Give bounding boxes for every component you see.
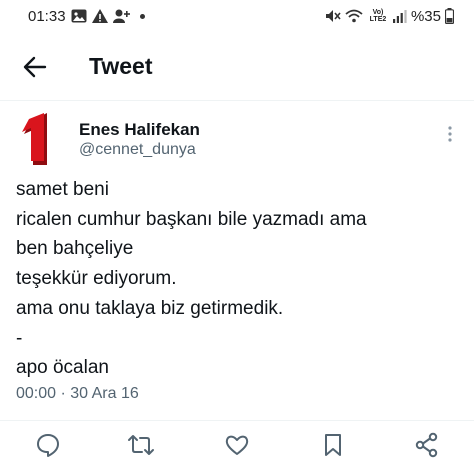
mute-icon	[325, 9, 341, 23]
tweet-timestamp: 00:00 · 30 Ara 16	[16, 385, 139, 402]
bookmark-icon[interactable]	[318, 430, 348, 460]
wifi-icon	[345, 9, 363, 23]
avatar[interactable]	[18, 113, 62, 165]
author-name[interactable]: Enes Halifekan	[79, 120, 200, 140]
gallery-icon	[71, 9, 87, 23]
retweet-icon[interactable]	[126, 430, 156, 460]
actions-divider	[0, 420, 474, 421]
status-time: 01:33	[28, 7, 66, 25]
network-label: Vo) LTE2	[369, 9, 387, 23]
status-bar: 01:33 Vo) LTE2 %35	[0, 0, 474, 32]
header-divider	[0, 100, 474, 101]
battery-percentage: %35	[410, 7, 441, 25]
alert-icon	[91, 9, 108, 23]
more-options-icon[interactable]	[445, 124, 455, 144]
tweet-text: samet beni ricalen cumhur başkanı bile y…	[16, 179, 367, 379]
app-bar: Tweet	[0, 38, 474, 98]
author-handle[interactable]: @cennet_dunya	[79, 141, 196, 159]
signal-icon	[392, 9, 407, 23]
reply-icon[interactable]	[33, 430, 63, 460]
share-icon[interactable]	[412, 430, 442, 460]
like-icon[interactable]	[222, 430, 252, 460]
tweet-actions	[0, 430, 474, 468]
dot-icon	[139, 13, 145, 19]
page-title: Tweet	[89, 53, 153, 79]
add-user-icon	[112, 9, 131, 23]
back-arrow-icon[interactable]	[22, 54, 48, 80]
battery-icon	[445, 8, 454, 24]
